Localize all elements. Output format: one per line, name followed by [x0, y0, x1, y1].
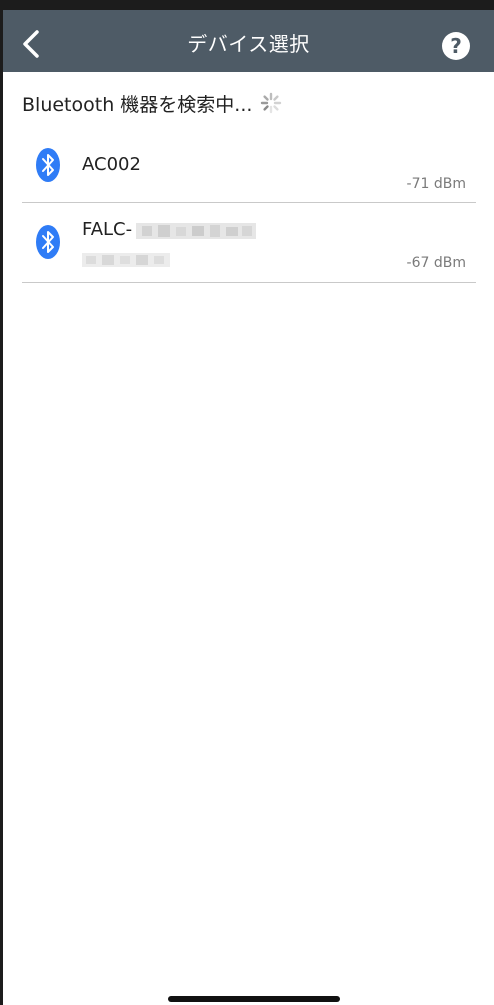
- screen-edge: [0, 0, 3, 1005]
- question-icon[interactable]: ?: [442, 32, 470, 60]
- navigation-bar: デバイス選択 ?: [3, 0, 494, 72]
- device-name: AC002: [82, 154, 141, 175]
- bluetooth-icon: [36, 148, 60, 182]
- page-title: デバイス選択: [187, 32, 310, 56]
- device-item-ac002[interactable]: AC002 -71 dBm: [22, 132, 476, 203]
- scan-status-label: Bluetooth 機器を検索中...: [22, 93, 253, 116]
- spinner-icon: [261, 92, 282, 114]
- device-item-falc[interactable]: FALC- -67 dBm: [22, 203, 476, 283]
- device-rssi: -67 dBm: [406, 255, 466, 271]
- home-indicator[interactable]: [168, 996, 340, 1002]
- device-rssi: -71 dBm: [406, 176, 466, 192]
- device-name: FALC-: [82, 219, 133, 240]
- redacted-device-id: [136, 223, 256, 239]
- bluetooth-icon: [36, 225, 60, 259]
- redacted-device-address: [82, 253, 170, 267]
- scan-status: Bluetooth 機器を検索中...: [22, 88, 282, 118]
